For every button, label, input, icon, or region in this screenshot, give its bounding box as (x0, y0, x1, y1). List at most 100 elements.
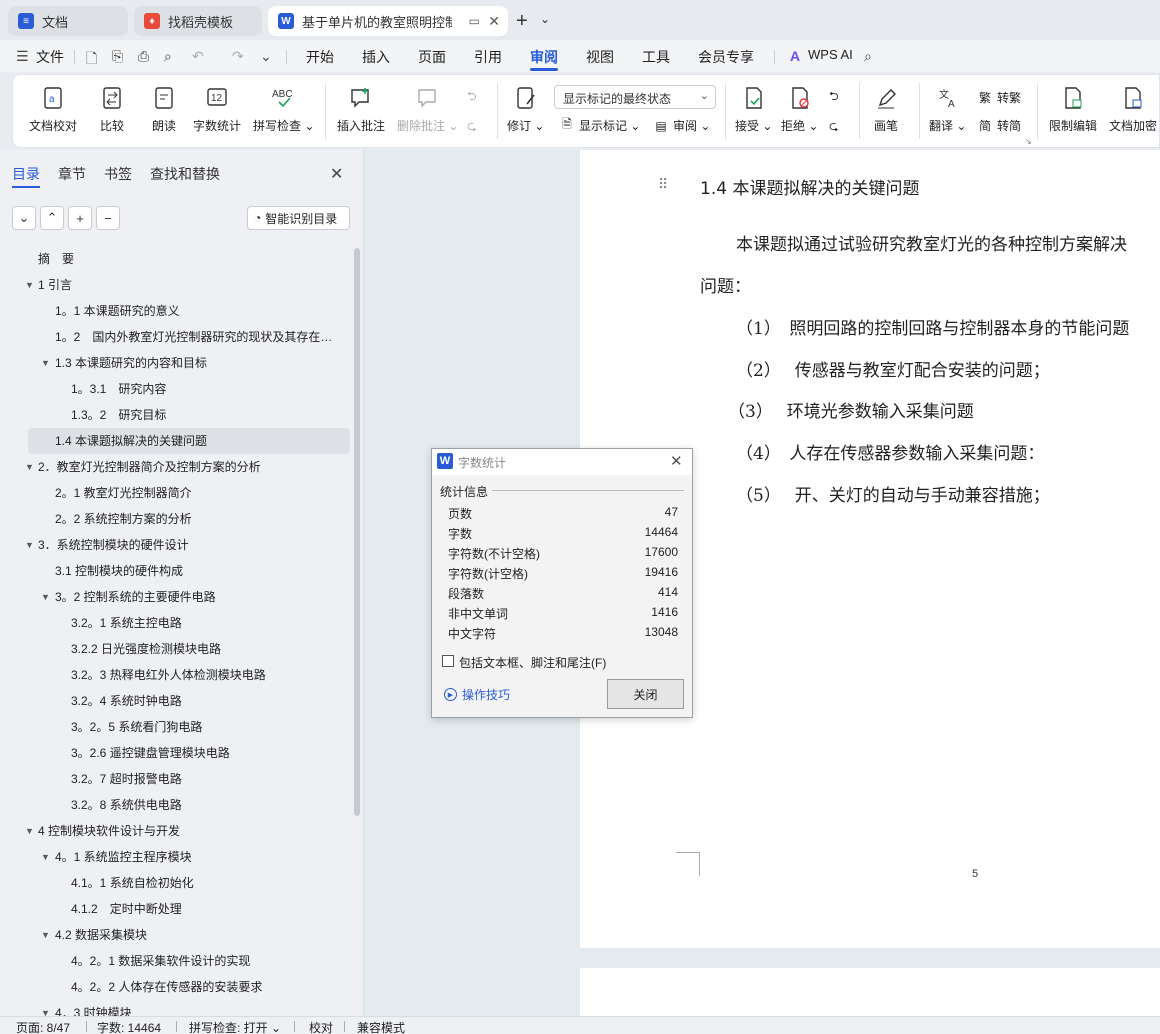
tab-docer-templates[interactable]: ♦ 找稻壳模板 (134, 6, 262, 36)
accept-button[interactable]: 接受 ⌄ (735, 85, 772, 134)
insert-comment-button[interactable]: 插入批注 (337, 85, 385, 134)
redo-icon[interactable]: ↷ (232, 48, 244, 65)
to-simplified-button[interactable]: 简转简 (977, 117, 1021, 134)
tab-documents[interactable]: ≡ 文档 (8, 6, 128, 36)
next-comment-icon[interactable]: ⮎ (467, 117, 477, 138)
export-icon[interactable]: ⎘ (112, 48, 123, 65)
word-count-button[interactable]: 12 字数统计 (193, 85, 241, 134)
toc-item[interactable]: 4.1。1 系统自检初始化 (0, 870, 352, 896)
delete-comment-button[interactable]: 删除批注 ⌄ (397, 85, 458, 134)
toc-item[interactable]: 1。3.1 研究内容 (0, 376, 352, 402)
next-change-icon[interactable]: ⮎ (829, 117, 839, 138)
previous-change-icon[interactable]: ⮌ (829, 87, 839, 108)
close-tab-icon[interactable]: ✕ (488, 13, 500, 30)
show-markup-button[interactable]: 🗎 显示标记 ⌄ (559, 117, 640, 134)
menu-home[interactable]: 开始 (306, 47, 334, 67)
proofread-indicator[interactable]: 校对 (309, 1019, 333, 1034)
menu-page[interactable]: 页面 (418, 47, 446, 67)
toc-item[interactable]: 3.2。7 超时报警电路 (0, 766, 352, 792)
more-chevron-icon[interactable]: ⌄ (260, 48, 272, 65)
remove-heading-icon[interactable]: − (96, 206, 120, 230)
toc-item[interactable]: 1。1 本课题研究的意义 (0, 298, 352, 324)
toc-item[interactable]: 3.2。4 系统时钟电路 (0, 688, 352, 714)
toc-item[interactable]: 3.1 控制模块的硬件构成 (0, 558, 352, 584)
read-aloud-button[interactable]: 朗读 (151, 85, 177, 134)
proofread-button[interactable]: a 文档校对 (29, 85, 77, 134)
toc-item[interactable]: 4。2。1 数据采集软件设计的实现 (0, 948, 352, 974)
expand-arrow-icon[interactable]: ▼ (41, 1000, 50, 1016)
toc-item[interactable]: 摘 要 (0, 246, 352, 272)
expand-arrow-icon[interactable]: ▼ (41, 922, 50, 948)
expand-arrow-icon[interactable]: ▼ (25, 532, 34, 558)
toc-item[interactable]: 1。2 国内外教室灯光控制器研究的现状及其存在的问题 (0, 324, 352, 350)
toc-item[interactable]: ▼ 4．3 时钟模块 (0, 1000, 352, 1016)
markup-display-select[interactable]: 显示标记的最终状态 ⌄ (554, 85, 716, 109)
toc-item[interactable]: ▼ 4 控制模块软件设计与开发 (0, 818, 352, 844)
close-button[interactable]: 关闭 (607, 679, 684, 709)
restrict-editing-button[interactable]: 限制编辑 (1049, 85, 1097, 134)
toc-item[interactable]: 3.2.2 日光强度检测模块电路 (0, 636, 352, 662)
previous-comment-icon[interactable]: ⮌ (467, 87, 477, 108)
menu-references[interactable]: 引用 (474, 47, 502, 67)
toc-item[interactable]: 4。2。2 人体存在传感器的安装要求 (0, 974, 352, 1000)
toc-item[interactable]: ▼ 3。2 控制系统的主要硬件电路 (0, 584, 352, 610)
menu-review[interactable]: 审阅 (530, 47, 558, 67)
print-icon[interactable]: ⎙ (138, 48, 149, 65)
search-icon[interactable]: ⌕ (864, 48, 872, 65)
toc-item[interactable]: ▼ 4。1 系统监控主程序模块 (0, 844, 352, 870)
expand-arrow-icon[interactable]: ▼ (41, 584, 50, 610)
tab-list-chevron-icon[interactable]: ⌄ (540, 12, 550, 26)
save-icon[interactable]: 🗋 (86, 48, 97, 72)
print-preview-icon[interactable]: ⌕ (164, 48, 172, 65)
page-indicator[interactable]: 页面: 8/47 (16, 1019, 70, 1034)
dialog-title-bar[interactable]: W 字数统计 ✕ (432, 449, 692, 475)
menu-file[interactable]: 文件 (36, 47, 64, 67)
pen-button[interactable]: 画笔 (873, 85, 899, 134)
toc-item[interactable]: 3.2。3 热释电红外人体检测模块电路 (0, 662, 352, 688)
tab-menu-icon[interactable]: ▭ (469, 14, 480, 28)
toc-item[interactable]: ▼ 1 引言 (0, 272, 352, 298)
nav-tab-find-replace[interactable]: 查找和替换 (150, 164, 220, 184)
toc-item[interactable]: 2。1 教室灯光控制器简介 (0, 480, 352, 506)
nav-tab-bookmarks[interactable]: 书签 (104, 164, 132, 184)
smart-toc-button[interactable]: ◔ 智能识别目录 (247, 206, 350, 230)
nav-tab-sections[interactable]: 章节 (58, 164, 86, 184)
toc-item[interactable]: 3。2。5 系统看门狗电路 (0, 714, 352, 740)
close-pane-icon[interactable]: ✕ (330, 164, 343, 184)
include-textbox-checkbox[interactable] (442, 655, 454, 667)
drag-handle-icon[interactable]: ⠿ (658, 176, 668, 193)
collapse-up-icon[interactable]: ⌃ (40, 206, 64, 230)
close-icon[interactable]: ✕ (670, 452, 683, 470)
tab-current-document[interactable]: W 基于单片机的教室照明控制系统 ▭ ✕ (268, 6, 508, 36)
toc-item[interactable]: 3.2。1 系统主控电路 (0, 610, 352, 636)
toc-item[interactable]: 1.4 本课题拟解决的关键问题 (28, 428, 350, 454)
expand-arrow-icon[interactable]: ▼ (41, 844, 50, 870)
spell-check-indicator[interactable]: 拼写检查: 打开 ⌄ (189, 1019, 281, 1034)
menu-tools[interactable]: 工具 (642, 47, 670, 67)
spell-check-button[interactable]: ABC 拼写检查 ⌄ (253, 85, 314, 134)
encrypt-document-button[interactable]: 文档加密 (1109, 85, 1157, 134)
reject-button[interactable]: 拒绝 ⌄ (781, 85, 818, 134)
toc-item[interactable]: 3。2.6 遥控键盘管理模块电路 (0, 740, 352, 766)
review-pane-button[interactable]: ▤ 审阅 ⌄ (653, 117, 710, 134)
toc-item[interactable]: ▼ 4.2 数据采集模块 (0, 922, 352, 948)
toc-scrollbar[interactable] (354, 248, 360, 816)
word-count-indicator[interactable]: 字数: 14464 (97, 1019, 161, 1034)
expand-down-icon[interactable]: ⌄ (12, 206, 36, 230)
expand-arrow-icon[interactable]: ▼ (25, 454, 34, 480)
hamburger-icon[interactable]: ☰ (16, 48, 29, 65)
translate-button[interactable]: 文A 翻译 ⌄ (929, 85, 966, 134)
add-heading-icon[interactable]: + (68, 206, 92, 230)
toc-item[interactable]: 4.1.2 定时中断处理 (0, 896, 352, 922)
expand-arrow-icon[interactable]: ▼ (25, 272, 34, 298)
toc-item[interactable]: 2。2 系统控制方案的分析 (0, 506, 352, 532)
toc-item[interactable]: ▼ 2．教室灯光控制器简介及控制方案的分析 (0, 454, 352, 480)
menu-insert[interactable]: 插入 (362, 47, 390, 67)
new-tab-icon[interactable]: + (516, 10, 528, 33)
expand-arrow-icon[interactable]: ▼ (25, 818, 34, 844)
nav-tab-toc[interactable]: 目录 (12, 164, 40, 184)
undo-icon[interactable]: ↶ (192, 48, 204, 65)
toc-item[interactable]: ▼ 1.3 本课题研究的内容和目标 (0, 350, 352, 376)
tips-link[interactable]: ▶ 操作技巧 (444, 686, 510, 703)
to-traditional-button[interactable]: 繁转繁 (977, 89, 1021, 106)
